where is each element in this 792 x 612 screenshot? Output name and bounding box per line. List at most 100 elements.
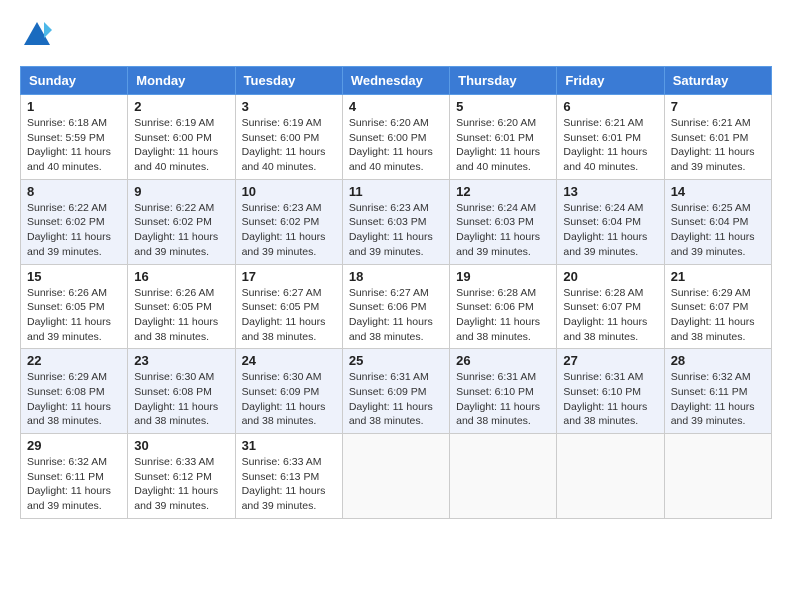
- calendar-day-cell: 23 Sunrise: 6:30 AMSunset: 6:08 PMDaylig…: [128, 349, 235, 434]
- day-number: 8: [27, 184, 121, 199]
- day-number: 12: [456, 184, 550, 199]
- day-number: 17: [242, 269, 336, 284]
- calendar-day-cell: [450, 434, 557, 519]
- day-info: Sunrise: 6:19 AMSunset: 6:00 PMDaylight:…: [134, 116, 228, 175]
- day-info: Sunrise: 6:24 AMSunset: 6:03 PMDaylight:…: [456, 201, 550, 260]
- calendar-day-cell: 19 Sunrise: 6:28 AMSunset: 6:06 PMDaylig…: [450, 264, 557, 349]
- calendar-day-cell: 3 Sunrise: 6:19 AMSunset: 6:00 PMDayligh…: [235, 95, 342, 180]
- day-info: Sunrise: 6:20 AMSunset: 6:00 PMDaylight:…: [349, 116, 443, 175]
- day-number: 19: [456, 269, 550, 284]
- day-info: Sunrise: 6:32 AMSunset: 6:11 PMDaylight:…: [27, 455, 121, 514]
- day-number: 9: [134, 184, 228, 199]
- day-info: Sunrise: 6:32 AMSunset: 6:11 PMDaylight:…: [671, 370, 765, 429]
- day-number: 14: [671, 184, 765, 199]
- day-number: 1: [27, 99, 121, 114]
- calendar-day-cell: 2 Sunrise: 6:19 AMSunset: 6:00 PMDayligh…: [128, 95, 235, 180]
- day-of-week-header: Saturday: [664, 67, 771, 95]
- calendar-day-cell: [557, 434, 664, 519]
- day-number: 15: [27, 269, 121, 284]
- day-info: Sunrise: 6:31 AMSunset: 6:10 PMDaylight:…: [456, 370, 550, 429]
- logo-icon: [22, 20, 52, 50]
- day-info: Sunrise: 6:28 AMSunset: 6:06 PMDaylight:…: [456, 286, 550, 345]
- calendar-day-cell: 7 Sunrise: 6:21 AMSunset: 6:01 PMDayligh…: [664, 95, 771, 180]
- day-info: Sunrise: 6:22 AMSunset: 6:02 PMDaylight:…: [27, 201, 121, 260]
- day-number: 11: [349, 184, 443, 199]
- day-number: 2: [134, 99, 228, 114]
- day-number: 22: [27, 353, 121, 368]
- day-of-week-header: Sunday: [21, 67, 128, 95]
- day-info: Sunrise: 6:31 AMSunset: 6:09 PMDaylight:…: [349, 370, 443, 429]
- day-info: Sunrise: 6:27 AMSunset: 6:05 PMDaylight:…: [242, 286, 336, 345]
- day-number: 31: [242, 438, 336, 453]
- day-info: Sunrise: 6:19 AMSunset: 6:00 PMDaylight:…: [242, 116, 336, 175]
- day-of-week-header: Tuesday: [235, 67, 342, 95]
- calendar-day-cell: 5 Sunrise: 6:20 AMSunset: 6:01 PMDayligh…: [450, 95, 557, 180]
- day-info: Sunrise: 6:20 AMSunset: 6:01 PMDaylight:…: [456, 116, 550, 175]
- calendar-day-cell: 26 Sunrise: 6:31 AMSunset: 6:10 PMDaylig…: [450, 349, 557, 434]
- day-number: 7: [671, 99, 765, 114]
- day-info: Sunrise: 6:29 AMSunset: 6:08 PMDaylight:…: [27, 370, 121, 429]
- day-info: Sunrise: 6:24 AMSunset: 6:04 PMDaylight:…: [563, 201, 657, 260]
- logo: [20, 20, 52, 56]
- calendar-day-cell: 30 Sunrise: 6:33 AMSunset: 6:12 PMDaylig…: [128, 434, 235, 519]
- calendar-day-cell: 24 Sunrise: 6:30 AMSunset: 6:09 PMDaylig…: [235, 349, 342, 434]
- calendar-day-cell: 13 Sunrise: 6:24 AMSunset: 6:04 PMDaylig…: [557, 179, 664, 264]
- day-number: 20: [563, 269, 657, 284]
- calendar-day-cell: 28 Sunrise: 6:32 AMSunset: 6:11 PMDaylig…: [664, 349, 771, 434]
- day-info: Sunrise: 6:21 AMSunset: 6:01 PMDaylight:…: [563, 116, 657, 175]
- day-info: Sunrise: 6:28 AMSunset: 6:07 PMDaylight:…: [563, 286, 657, 345]
- day-info: Sunrise: 6:30 AMSunset: 6:08 PMDaylight:…: [134, 370, 228, 429]
- day-info: Sunrise: 6:18 AMSunset: 5:59 PMDaylight:…: [27, 116, 121, 175]
- day-info: Sunrise: 6:21 AMSunset: 6:01 PMDaylight:…: [671, 116, 765, 175]
- day-info: Sunrise: 6:23 AMSunset: 6:02 PMDaylight:…: [242, 201, 336, 260]
- day-info: Sunrise: 6:25 AMSunset: 6:04 PMDaylight:…: [671, 201, 765, 260]
- calendar-day-cell: 18 Sunrise: 6:27 AMSunset: 6:06 PMDaylig…: [342, 264, 449, 349]
- calendar-day-cell: 14 Sunrise: 6:25 AMSunset: 6:04 PMDaylig…: [664, 179, 771, 264]
- calendar-day-cell: 21 Sunrise: 6:29 AMSunset: 6:07 PMDaylig…: [664, 264, 771, 349]
- calendar-table: SundayMondayTuesdayWednesdayThursdayFrid…: [20, 66, 772, 519]
- day-of-week-header: Friday: [557, 67, 664, 95]
- day-number: 18: [349, 269, 443, 284]
- day-number: 3: [242, 99, 336, 114]
- day-info: Sunrise: 6:26 AMSunset: 6:05 PMDaylight:…: [27, 286, 121, 345]
- calendar-day-cell: 31 Sunrise: 6:33 AMSunset: 6:13 PMDaylig…: [235, 434, 342, 519]
- day-number: 26: [456, 353, 550, 368]
- day-number: 29: [27, 438, 121, 453]
- calendar-week-row: 1 Sunrise: 6:18 AMSunset: 5:59 PMDayligh…: [21, 95, 772, 180]
- calendar-day-cell: 12 Sunrise: 6:24 AMSunset: 6:03 PMDaylig…: [450, 179, 557, 264]
- calendar-day-cell: 9 Sunrise: 6:22 AMSunset: 6:02 PMDayligh…: [128, 179, 235, 264]
- day-number: 10: [242, 184, 336, 199]
- calendar-day-cell: 25 Sunrise: 6:31 AMSunset: 6:09 PMDaylig…: [342, 349, 449, 434]
- calendar-day-cell: [342, 434, 449, 519]
- logo-text: [20, 20, 52, 56]
- calendar-day-cell: 27 Sunrise: 6:31 AMSunset: 6:10 PMDaylig…: [557, 349, 664, 434]
- day-info: Sunrise: 6:29 AMSunset: 6:07 PMDaylight:…: [671, 286, 765, 345]
- calendar-day-cell: 29 Sunrise: 6:32 AMSunset: 6:11 PMDaylig…: [21, 434, 128, 519]
- day-number: 4: [349, 99, 443, 114]
- day-number: 28: [671, 353, 765, 368]
- calendar-header: SundayMondayTuesdayWednesdayThursdayFrid…: [21, 67, 772, 95]
- calendar-day-cell: 8 Sunrise: 6:22 AMSunset: 6:02 PMDayligh…: [21, 179, 128, 264]
- calendar-day-cell: 6 Sunrise: 6:21 AMSunset: 6:01 PMDayligh…: [557, 95, 664, 180]
- calendar-day-cell: 16 Sunrise: 6:26 AMSunset: 6:05 PMDaylig…: [128, 264, 235, 349]
- day-info: Sunrise: 6:22 AMSunset: 6:02 PMDaylight:…: [134, 201, 228, 260]
- calendar-day-cell: 4 Sunrise: 6:20 AMSunset: 6:00 PMDayligh…: [342, 95, 449, 180]
- calendar-week-row: 8 Sunrise: 6:22 AMSunset: 6:02 PMDayligh…: [21, 179, 772, 264]
- day-of-week-header: Monday: [128, 67, 235, 95]
- day-number: 5: [456, 99, 550, 114]
- day-number: 6: [563, 99, 657, 114]
- day-number: 27: [563, 353, 657, 368]
- day-number: 30: [134, 438, 228, 453]
- day-info: Sunrise: 6:31 AMSunset: 6:10 PMDaylight:…: [563, 370, 657, 429]
- days-of-week-row: SundayMondayTuesdayWednesdayThursdayFrid…: [21, 67, 772, 95]
- day-of-week-header: Wednesday: [342, 67, 449, 95]
- calendar-day-cell: 17 Sunrise: 6:27 AMSunset: 6:05 PMDaylig…: [235, 264, 342, 349]
- page-header: [20, 20, 772, 56]
- day-number: 24: [242, 353, 336, 368]
- calendar-day-cell: 10 Sunrise: 6:23 AMSunset: 6:02 PMDaylig…: [235, 179, 342, 264]
- calendar-day-cell: [664, 434, 771, 519]
- calendar-day-cell: 22 Sunrise: 6:29 AMSunset: 6:08 PMDaylig…: [21, 349, 128, 434]
- day-info: Sunrise: 6:33 AMSunset: 6:13 PMDaylight:…: [242, 455, 336, 514]
- day-of-week-header: Thursday: [450, 67, 557, 95]
- day-number: 25: [349, 353, 443, 368]
